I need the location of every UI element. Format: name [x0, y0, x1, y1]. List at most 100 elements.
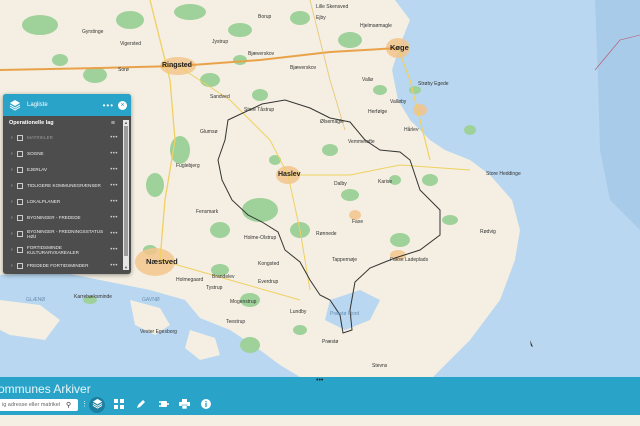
scrollbar-thumb[interactable] [124, 126, 128, 256]
search-box: ⚲ [0, 399, 78, 411]
sea-label: GLÆNØ [26, 297, 46, 303]
layer-options-icon[interactable]: ••• [110, 263, 118, 269]
place-label: Store Heddinge [486, 171, 521, 177]
place-label: Teestrup [226, 319, 246, 325]
layer-checkbox[interactable] [17, 231, 23, 237]
layer-list-scrollbar[interactable]: ▲ ▼ [123, 120, 129, 270]
close-icon[interactable]: × [118, 100, 127, 110]
layer-checkbox[interactable] [17, 247, 23, 253]
print-button[interactable] [176, 397, 192, 413]
place-label: Brandelev [212, 274, 235, 280]
place-label: Valløby [390, 99, 407, 105]
about-button[interactable] [198, 397, 214, 413]
draw-button[interactable] [133, 397, 149, 413]
layers-icon [7, 97, 23, 113]
layer-checkbox[interactable] [17, 135, 23, 141]
place-label: Holmegaard [176, 277, 204, 283]
layer-row[interactable]: › BYGNINGER - FREDEDE ••• [3, 210, 122, 226]
layer-options-icon[interactable]: ••• [110, 151, 118, 157]
search-divider-icon: ⋮ [81, 401, 88, 408]
info-icon [201, 396, 211, 414]
measure-button[interactable] [155, 397, 171, 413]
layer-row[interactable]: › FREDEDE FORTIDSMINDER ••• [3, 258, 122, 274]
place-label: Lille Skensved [316, 4, 349, 10]
layer-row[interactable]: › BYGNINGER - FREDNINGSSTATUS HØJ ••• [3, 226, 122, 242]
layer-checkbox[interactable] [17, 151, 23, 157]
layer-checkbox[interactable] [17, 215, 23, 221]
panel-grip-icon[interactable]: ••• [316, 377, 323, 384]
place-label: Bjæverskov [290, 65, 317, 71]
place-label: Fensmark [196, 209, 219, 215]
more-options-icon[interactable]: ••• [103, 101, 114, 110]
layer-checkbox[interactable] [17, 263, 23, 269]
place-label: Lundby [290, 309, 307, 315]
layer-list-panel: Lagliste ••• × Operationelle lag ≡ › MATR… [3, 94, 131, 274]
layer-list-button[interactable] [89, 397, 105, 413]
layer-row[interactable]: › EJERLAV ••• [3, 162, 122, 178]
layer-label: EJERLAV [27, 167, 48, 173]
basemap-gallery-button[interactable] [111, 397, 127, 413]
place-label: Faxe [352, 219, 364, 225]
layer-options-icon[interactable]: ••• [110, 231, 118, 237]
sea-label: GAVNØ [142, 297, 160, 303]
layer-options-icon[interactable]: ••• [110, 215, 118, 221]
layer-options-icon[interactable]: ••• [110, 247, 118, 253]
layer-checkbox[interactable] [17, 199, 23, 205]
place-label: Karrebæksminde [74, 294, 113, 300]
place-label: Gyrstinge [82, 29, 104, 35]
menu-icon[interactable]: ≡ [111, 120, 115, 127]
place-label: Sorø [118, 67, 129, 73]
layer-list-header: Lagliste ••• × [3, 94, 131, 116]
place-label: Ejby [316, 15, 326, 21]
layer-label: MATRIKLER [27, 135, 53, 141]
place-label: Fuglebjerg [176, 163, 200, 169]
app-title: e Kommunes Arkiver [0, 382, 91, 396]
place-label: Rødvig [480, 229, 496, 235]
place-label: Dalby [334, 181, 347, 187]
layer-options-icon[interactable]: ••• [110, 167, 118, 173]
place-label: Kongsted [258, 261, 280, 267]
layer-label: FREDEDE FORTIDSMINDER [27, 263, 89, 269]
place-label: Rønnede [316, 231, 337, 237]
place-label: Everdrup [258, 279, 279, 285]
place-label: Tystrup [206, 285, 223, 291]
place-label: Hårlev [404, 127, 419, 133]
layer-label: BYGNINGER - FREDEDE [27, 215, 81, 221]
layer-label: LOKALPLANER [27, 199, 61, 205]
scroll-down-icon[interactable]: ▼ [123, 265, 129, 270]
place-label: Vemmetofte [348, 139, 375, 145]
search-icon[interactable]: ⚲ [66, 401, 71, 409]
layer-options-icon[interactable]: ••• [110, 183, 118, 189]
place-label: Karise [378, 179, 393, 185]
city-label-koege: Køge [390, 43, 409, 52]
place-label: Tappernøje [332, 257, 358, 263]
layer-row[interactable]: › FORTIDSMINDE KULTURARVSAREALER ••• [3, 242, 122, 258]
place-label: Store Tåstrup [244, 107, 275, 113]
layer-options-icon[interactable]: ••• [110, 199, 118, 205]
layer-row[interactable]: › TIDLIGERE KOMMUNEGRÆNSER ••• [3, 178, 122, 194]
place-label: Holme-Olstrup [244, 235, 277, 241]
layer-options-icon[interactable]: ••• [110, 135, 118, 141]
layer-checkbox[interactable] [17, 183, 23, 189]
place-label: Strøby Egede [418, 81, 449, 87]
operational-layers-header: Operationelle lag ≡ [3, 116, 131, 130]
grid-icon [114, 396, 124, 414]
layer-label: TIDLIGERE KOMMUNEGRÆNSER [27, 183, 101, 189]
place-label: Vallø [362, 77, 374, 83]
operational-layers-title: Operationelle lag [9, 120, 54, 126]
search-input[interactable] [2, 402, 66, 408]
place-label: Jystrup [212, 39, 229, 45]
layer-row[interactable]: › MATRIKLER ••• [3, 130, 122, 146]
city-label-haslev: Haslev [278, 171, 301, 178]
place-label: Ølsemagle [320, 119, 344, 125]
place-label: Sandved [210, 94, 230, 100]
layer-checkbox[interactable] [17, 167, 23, 173]
layer-row[interactable]: › LOKALPLANER ••• [3, 194, 122, 210]
print-icon [178, 396, 190, 414]
layer-list: › MATRIKLER ••• › SOGNE ••• › EJERLAV ••• › TID… [3, 130, 122, 274]
city-label-ringsted: Ringsted [162, 62, 192, 69]
scroll-up-icon[interactable]: ▲ [123, 120, 129, 125]
place-label: Stevns [372, 363, 388, 369]
layer-label: FORTIDSMINDE KULTURARVSAREALER [27, 244, 79, 255]
layer-row[interactable]: › SOGNE ••• [3, 146, 122, 162]
